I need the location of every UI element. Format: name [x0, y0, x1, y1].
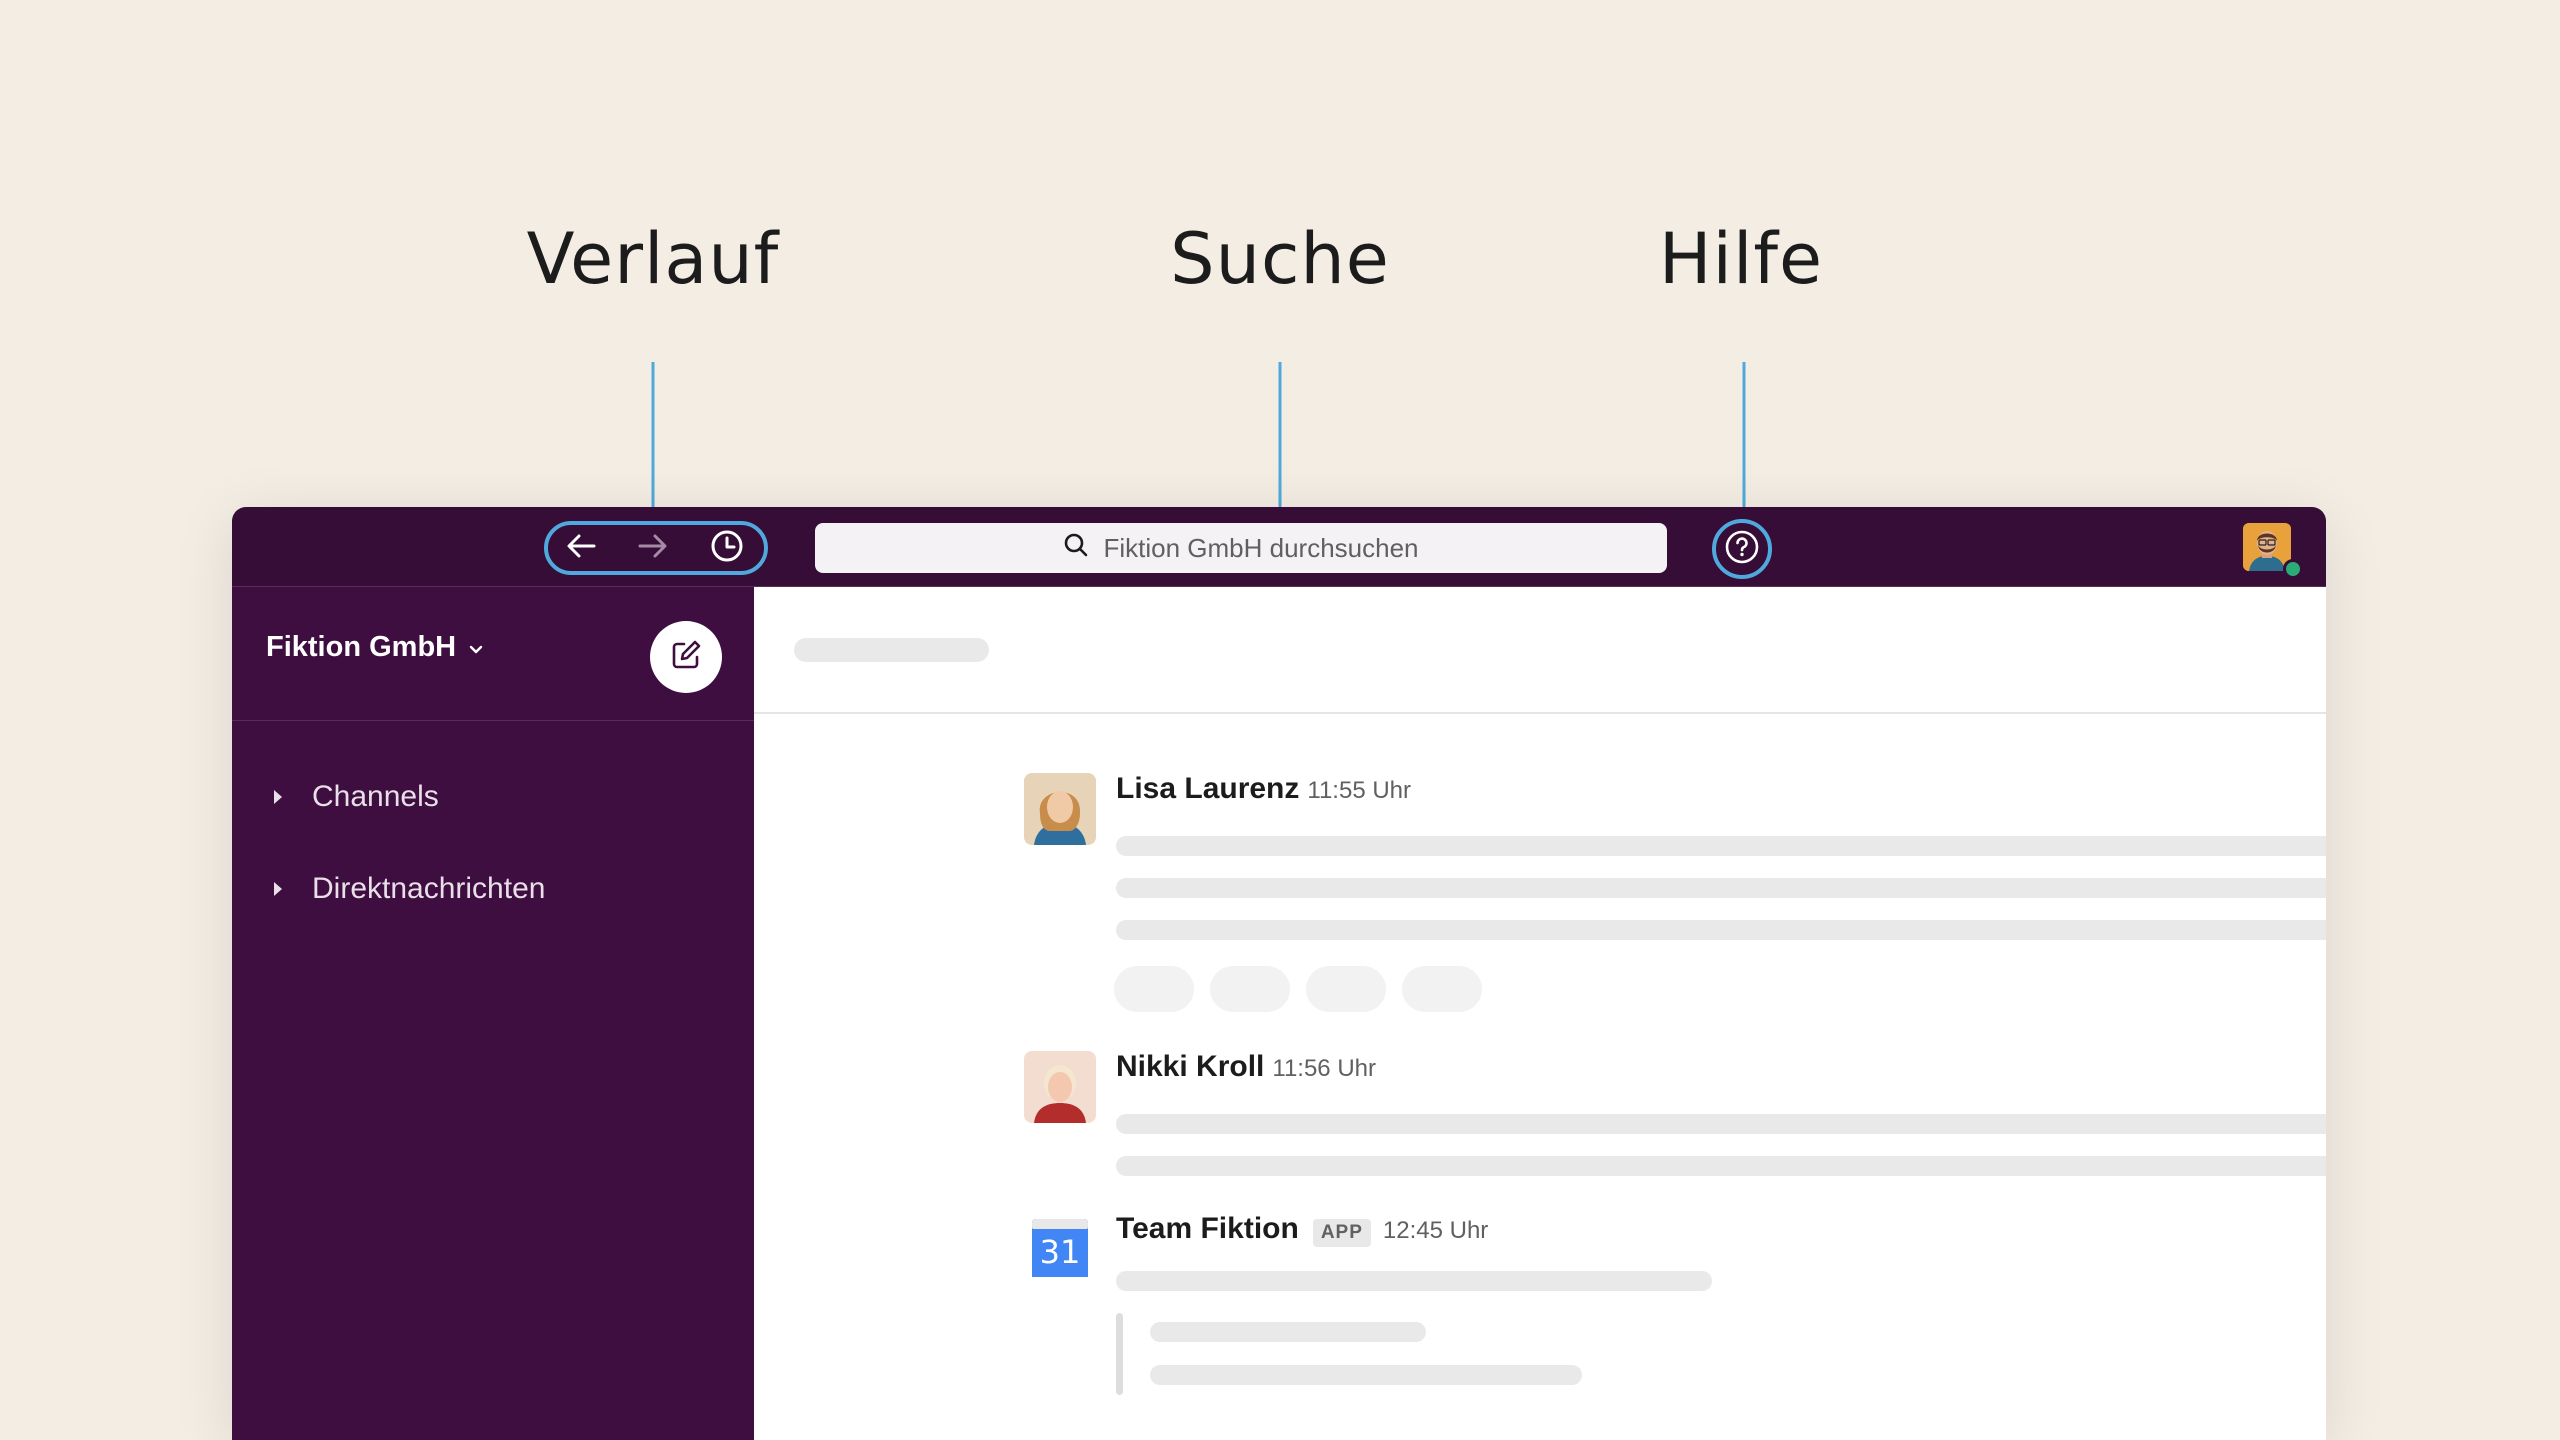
chevron-down-icon: [468, 631, 484, 664]
reaction-pill[interactable]: [1402, 966, 1482, 1012]
message-line-placeholder: [1116, 878, 2326, 898]
message-line-placeholder: [1116, 920, 2326, 940]
sidebar-section-label: Channels: [312, 780, 439, 813]
top-bar: Fiktion GmbH durchsuchen: [232, 507, 2326, 587]
message-line-placeholder: [1116, 1271, 1712, 1291]
message-header: Nikki Kroll 11:56 Uhr: [1116, 1050, 1376, 1084]
message-author[interactable]: Lisa Laurenz: [1116, 772, 1299, 806]
arrow-right-icon: [638, 533, 668, 564]
app-window: Fiktion GmbH durchsuchen Fiktion GmbH Ch…: [232, 507, 2326, 1440]
search-input[interactable]: Fiktion GmbH durchsuchen: [815, 523, 1667, 573]
caret-right-icon: [272, 780, 284, 814]
forward-button[interactable]: [636, 533, 670, 563]
sidebar: Fiktion GmbH Channels Direktnachrichten: [232, 587, 754, 1440]
presence-indicator: [2283, 559, 2303, 579]
message-timestamp[interactable]: 11:56 Uhr: [1272, 1055, 1376, 1083]
message-timestamp[interactable]: 12:45 Uhr: [1383, 1217, 1488, 1245]
search-icon: [1063, 532, 1089, 565]
channel-title-placeholder: [794, 638, 989, 662]
arrow-left-icon: [566, 533, 596, 564]
attachment-line-placeholder: [1150, 1322, 1426, 1342]
compose-icon: [669, 638, 703, 677]
history-button[interactable]: [710, 530, 744, 563]
history-controls: [544, 521, 768, 575]
workspace-menu[interactable]: Fiktion GmbH: [266, 631, 484, 664]
sidebar-section-direct-messages[interactable]: Direktnachrichten: [272, 872, 545, 906]
message-header: Lisa Laurenz 11:55 Uhr: [1116, 772, 1411, 806]
callout-line-search: [1278, 362, 1282, 525]
message-author[interactable]: Nikki Kroll: [1116, 1050, 1264, 1084]
attachment-line-placeholder: [1150, 1365, 1582, 1385]
message-timestamp[interactable]: 11:55 Uhr: [1307, 777, 1411, 805]
sidebar-section-label: Direktnachrichten: [312, 872, 546, 905]
reaction-pill[interactable]: [1114, 966, 1194, 1012]
app-badge: APP: [1312, 1219, 1371, 1247]
avatar-nikki-kroll[interactable]: [1024, 1051, 1096, 1123]
caret-right-icon: [272, 872, 284, 906]
clock-icon: [710, 529, 744, 568]
help-icon: [1724, 529, 1760, 570]
avatar-lisa-laurenz[interactable]: [1024, 773, 1096, 845]
workspace-name: Fiktion GmbH: [266, 631, 457, 663]
message-line-placeholder: [1116, 1114, 2326, 1134]
channel-header: [754, 587, 2326, 714]
back-button[interactable]: [564, 533, 598, 563]
message-line-placeholder: [1116, 1156, 2326, 1176]
sidebar-header: Fiktion GmbH: [232, 587, 754, 721]
compose-button[interactable]: [650, 621, 722, 693]
reaction-pill[interactable]: [1306, 966, 1386, 1012]
search-placeholder: Fiktion GmbH durchsuchen: [1103, 532, 1419, 563]
attachment-quote-bar: [1116, 1313, 1123, 1395]
message-pane: Lisa Laurenz 11:55 Uhr Nikki Kroll 11:56…: [754, 587, 2326, 1440]
help-button[interactable]: [1712, 519, 1772, 579]
message-line-placeholder: [1116, 836, 2326, 856]
message-author[interactable]: Team Fiktion: [1116, 1212, 1299, 1246]
reaction-pill[interactable]: [1210, 966, 1290, 1012]
message-header: Team Fiktion APP 12:45 Uhr: [1116, 1212, 1488, 1247]
sidebar-section-channels[interactable]: Channels: [272, 780, 439, 814]
callout-line-help: [1742, 362, 1746, 525]
callout-label-history: Verlauf: [526, 218, 780, 300]
callout-label-search: Suche: [1170, 218, 1390, 300]
callout-label-help: Hilfe: [1658, 218, 1824, 300]
callout-line-history: [651, 362, 655, 529]
calendar-app-icon[interactable]: 31: [1024, 1213, 1096, 1285]
calendar-app-icon-date: 31: [1039, 1233, 1081, 1271]
